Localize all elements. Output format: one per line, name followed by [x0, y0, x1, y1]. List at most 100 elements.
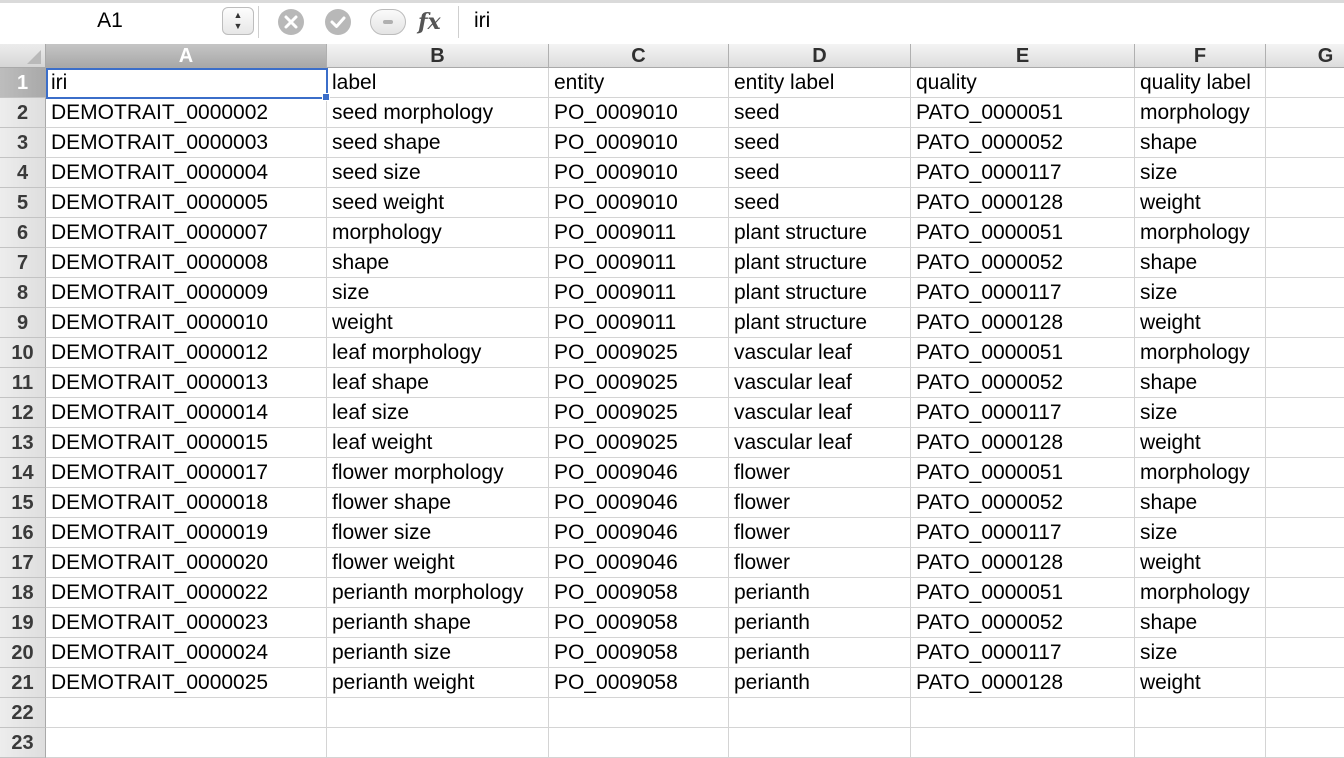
cell-c10[interactable]: PO_0009025	[549, 338, 729, 368]
column-header-f[interactable]: F	[1135, 44, 1266, 68]
row-header-1[interactable]: 1	[0, 68, 46, 98]
cell-d18[interactable]: perianth	[729, 578, 911, 608]
row-header-6[interactable]: 6	[0, 218, 46, 248]
cell-d8[interactable]: plant structure	[729, 278, 911, 308]
cell-e8[interactable]: PATO_0000117	[911, 278, 1135, 308]
row-header-8[interactable]: 8	[0, 278, 46, 308]
cell-c9[interactable]: PO_0009011	[549, 308, 729, 338]
cell-c21[interactable]: PO_0009058	[549, 668, 729, 698]
row-header-15[interactable]: 15	[0, 488, 46, 518]
cell-e17[interactable]: PATO_0000128	[911, 548, 1135, 578]
cell-d21[interactable]: perianth	[729, 668, 911, 698]
row-header-3[interactable]: 3	[0, 128, 46, 158]
cell-f9[interactable]: weight	[1135, 308, 1266, 338]
cell-d17[interactable]: flower	[729, 548, 911, 578]
cell-d22[interactable]	[729, 698, 911, 728]
cell-a1[interactable]: iri	[46, 68, 327, 98]
function-button[interactable]	[370, 9, 406, 35]
cell-e13[interactable]: PATO_0000128	[911, 428, 1135, 458]
cell-e3[interactable]: PATO_0000052	[911, 128, 1135, 158]
cell-b9[interactable]: weight	[327, 308, 549, 338]
cell-c3[interactable]: PO_0009010	[549, 128, 729, 158]
cell-f20[interactable]: size	[1135, 638, 1266, 668]
cell-a14[interactable]: DEMOTRAIT_0000017	[46, 458, 327, 488]
row-header-23[interactable]: 23	[0, 728, 46, 758]
cancel-button[interactable]	[278, 9, 304, 35]
cell-c13[interactable]: PO_0009025	[549, 428, 729, 458]
cell-f1[interactable]: quality label	[1135, 68, 1266, 98]
cell-f10[interactable]: morphology	[1135, 338, 1266, 368]
cell-d2[interactable]: seed	[729, 98, 911, 128]
cell-d4[interactable]: seed	[729, 158, 911, 188]
cell-a5[interactable]: DEMOTRAIT_0000005	[46, 188, 327, 218]
cell-e6[interactable]: PATO_0000051	[911, 218, 1135, 248]
formula-input[interactable]: iri	[474, 6, 490, 36]
cell-a21[interactable]: DEMOTRAIT_0000025	[46, 668, 327, 698]
row-header-18[interactable]: 18	[0, 578, 46, 608]
cell-c17[interactable]: PO_0009046	[549, 548, 729, 578]
cell-b8[interactable]: size	[327, 278, 549, 308]
cell-g21[interactable]	[1266, 668, 1344, 698]
cell-c15[interactable]: PO_0009046	[549, 488, 729, 518]
cell-g1[interactable]	[1266, 68, 1344, 98]
cell-c5[interactable]: PO_0009010	[549, 188, 729, 218]
cell-g9[interactable]	[1266, 308, 1344, 338]
cell-e5[interactable]: PATO_0000128	[911, 188, 1135, 218]
cell-c12[interactable]: PO_0009025	[549, 398, 729, 428]
row-header-21[interactable]: 21	[0, 668, 46, 698]
row-header-5[interactable]: 5	[0, 188, 46, 218]
cell-f21[interactable]: weight	[1135, 668, 1266, 698]
row-header-11[interactable]: 11	[0, 368, 46, 398]
cell-d11[interactable]: vascular leaf	[729, 368, 911, 398]
column-header-a[interactable]: A	[46, 44, 327, 68]
cell-d13[interactable]: vascular leaf	[729, 428, 911, 458]
cell-b6[interactable]: morphology	[327, 218, 549, 248]
cell-d20[interactable]: perianth	[729, 638, 911, 668]
cell-e21[interactable]: PATO_0000128	[911, 668, 1135, 698]
row-header-12[interactable]: 12	[0, 398, 46, 428]
cell-b23[interactable]	[327, 728, 549, 758]
cell-b21[interactable]: perianth weight	[327, 668, 549, 698]
cell-e10[interactable]: PATO_0000051	[911, 338, 1135, 368]
column-header-e[interactable]: E	[911, 44, 1135, 68]
row-header-9[interactable]: 9	[0, 308, 46, 338]
cell-e12[interactable]: PATO_0000117	[911, 398, 1135, 428]
cell-g7[interactable]	[1266, 248, 1344, 278]
cell-e20[interactable]: PATO_0000117	[911, 638, 1135, 668]
cell-c20[interactable]: PO_0009058	[549, 638, 729, 668]
cell-a3[interactable]: DEMOTRAIT_0000003	[46, 128, 327, 158]
cell-g10[interactable]	[1266, 338, 1344, 368]
cell-c22[interactable]	[549, 698, 729, 728]
cell-e9[interactable]: PATO_0000128	[911, 308, 1135, 338]
cell-f23[interactable]	[1135, 728, 1266, 758]
row-header-17[interactable]: 17	[0, 548, 46, 578]
enter-button[interactable]	[325, 9, 351, 35]
row-header-22[interactable]: 22	[0, 698, 46, 728]
chevron-up-icon[interactable]: ▲	[223, 10, 253, 21]
cell-d1[interactable]: entity label	[729, 68, 911, 98]
cell-a13[interactable]: DEMOTRAIT_0000015	[46, 428, 327, 458]
column-header-d[interactable]: D	[729, 44, 911, 68]
cell-a18[interactable]: DEMOTRAIT_0000022	[46, 578, 327, 608]
cell-c19[interactable]: PO_0009058	[549, 608, 729, 638]
cell-a23[interactable]	[46, 728, 327, 758]
cell-f11[interactable]: shape	[1135, 368, 1266, 398]
cell-b13[interactable]: leaf weight	[327, 428, 549, 458]
cell-b12[interactable]: leaf size	[327, 398, 549, 428]
cell-g4[interactable]	[1266, 158, 1344, 188]
cell-f6[interactable]: morphology	[1135, 218, 1266, 248]
cell-b14[interactable]: flower morphology	[327, 458, 549, 488]
name-box[interactable]: A1	[0, 6, 220, 36]
cell-b22[interactable]	[327, 698, 549, 728]
cell-f5[interactable]: weight	[1135, 188, 1266, 218]
cell-e11[interactable]: PATO_0000052	[911, 368, 1135, 398]
cell-f12[interactable]: size	[1135, 398, 1266, 428]
cell-d7[interactable]: plant structure	[729, 248, 911, 278]
cell-f16[interactable]: size	[1135, 518, 1266, 548]
cell-b17[interactable]: flower weight	[327, 548, 549, 578]
cell-c1[interactable]: entity	[549, 68, 729, 98]
cell-g6[interactable]	[1266, 218, 1344, 248]
cell-g14[interactable]	[1266, 458, 1344, 488]
cell-g17[interactable]	[1266, 548, 1344, 578]
cell-a19[interactable]: DEMOTRAIT_0000023	[46, 608, 327, 638]
